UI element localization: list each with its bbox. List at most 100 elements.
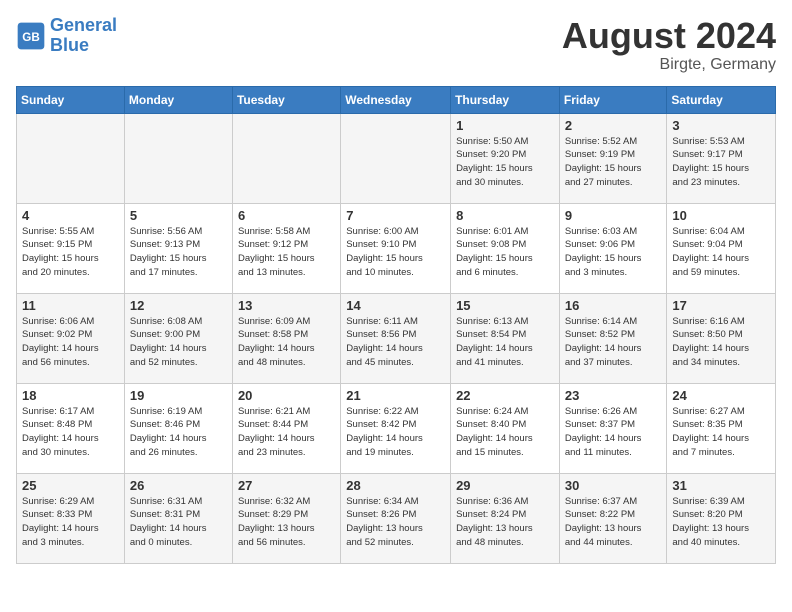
day-cell: 14 Sunrise: 6:11 AM Sunset: 8:56 PM Dayli… <box>341 293 451 383</box>
day-info: Sunrise: 6:03 AM Sunset: 9:06 PM Dayligh… <box>565 225 662 280</box>
day-info: Sunrise: 6:01 AM Sunset: 9:08 PM Dayligh… <box>456 225 554 280</box>
header-row: SundayMondayTuesdayWednesdayThursdayFrid… <box>17 86 776 113</box>
day-info: Sunrise: 6:04 AM Sunset: 9:04 PM Dayligh… <box>672 225 770 280</box>
week-row-4: 18 Sunrise: 6:17 AM Sunset: 8:48 PM Dayli… <box>17 383 776 473</box>
day-info: Sunrise: 6:11 AM Sunset: 8:56 PM Dayligh… <box>346 315 445 370</box>
day-number: 16 <box>565 298 662 313</box>
day-info: Sunrise: 6:36 AM Sunset: 8:24 PM Dayligh… <box>456 495 554 550</box>
day-number: 14 <box>346 298 445 313</box>
day-number: 2 <box>565 118 662 133</box>
day-info: Sunrise: 6:29 AM Sunset: 8:33 PM Dayligh… <box>22 495 119 550</box>
day-cell: 23Sunrise: 6:26 AM Sunset: 8:37 PM Dayli… <box>559 383 667 473</box>
day-number: 22 <box>456 388 554 403</box>
day-cell: 11 Sunrise: 6:06 AM Sunset: 9:02 PM Dayli… <box>17 293 125 383</box>
header-cell-monday: Monday <box>124 86 232 113</box>
day-info: Sunrise: 6:24 AM Sunset: 8:40 PM Dayligh… <box>456 405 554 460</box>
day-info: Sunrise: 6:16 AM Sunset: 8:50 PM Dayligh… <box>672 315 770 370</box>
day-info: Sunrise: 6:34 AM Sunset: 8:26 PM Dayligh… <box>346 495 445 550</box>
day-number: 7 <box>346 208 445 223</box>
day-info: Sunrise: 6:39 AM Sunset: 8:20 PM Dayligh… <box>672 495 770 550</box>
day-cell: 4 Sunrise: 5:55 AM Sunset: 9:15 PM Daylig… <box>17 203 125 293</box>
day-number: 19 <box>130 388 227 403</box>
logo-text: General Blue <box>50 16 117 56</box>
day-cell: 17 Sunrise: 6:16 AM Sunset: 8:50 PM Dayli… <box>667 293 776 383</box>
day-info: Sunrise: 5:50 AM Sunset: 9:20 PM Dayligh… <box>456 135 554 190</box>
day-cell <box>341 113 451 203</box>
day-info: Sunrise: 6:27 AM Sunset: 8:35 PM Dayligh… <box>672 405 770 460</box>
day-info: Sunrise: 6:09 AM Sunset: 8:58 PM Dayligh… <box>238 315 335 370</box>
day-cell: 24 Sunrise: 6:27 AM Sunset: 8:35 PM Dayli… <box>667 383 776 473</box>
day-number: 18 <box>22 388 119 403</box>
header-cell-friday: Friday <box>559 86 667 113</box>
month-year: August 2024 <box>562 16 776 56</box>
day-number: 4 <box>22 208 119 223</box>
day-number: 15 <box>456 298 554 313</box>
day-info: Sunrise: 6:14 AM Sunset: 8:52 PM Dayligh… <box>565 315 662 370</box>
day-number: 12 <box>130 298 227 313</box>
day-cell: 13Sunrise: 6:09 AM Sunset: 8:58 PM Dayli… <box>232 293 340 383</box>
day-info: Sunrise: 6:17 AM Sunset: 8:48 PM Dayligh… <box>22 405 119 460</box>
header-cell-sunday: Sunday <box>17 86 125 113</box>
page-header: GB General Blue August 2024 Birgte, Germ… <box>16 16 776 74</box>
header-cell-wednesday: Wednesday <box>341 86 451 113</box>
day-number: 10 <box>672 208 770 223</box>
day-info: Sunrise: 5:56 AM Sunset: 9:13 PM Dayligh… <box>130 225 227 280</box>
day-number: 11 <box>22 298 119 313</box>
week-row-3: 11 Sunrise: 6:06 AM Sunset: 9:02 PM Dayli… <box>17 293 776 383</box>
day-cell: 20 Sunrise: 6:21 AM Sunset: 8:44 PM Dayli… <box>232 383 340 473</box>
day-info: Sunrise: 6:19 AM Sunset: 8:46 PM Dayligh… <box>130 405 227 460</box>
day-info: Sunrise: 5:53 AM Sunset: 9:17 PM Dayligh… <box>672 135 770 190</box>
day-cell: 16 Sunrise: 6:14 AM Sunset: 8:52 PM Dayli… <box>559 293 667 383</box>
day-info: Sunrise: 6:06 AM Sunset: 9:02 PM Dayligh… <box>22 315 119 370</box>
day-number: 9 <box>565 208 662 223</box>
day-number: 8 <box>456 208 554 223</box>
day-number: 21 <box>346 388 445 403</box>
day-cell: 9 Sunrise: 6:03 AM Sunset: 9:06 PM Daylig… <box>559 203 667 293</box>
day-info: Sunrise: 6:21 AM Sunset: 8:44 PM Dayligh… <box>238 405 335 460</box>
day-cell: 6 Sunrise: 5:58 AM Sunset: 9:12 PM Daylig… <box>232 203 340 293</box>
day-cell: 28 Sunrise: 6:34 AM Sunset: 8:26 PM Dayli… <box>341 473 451 563</box>
day-cell: 10 Sunrise: 6:04 AM Sunset: 9:04 PM Dayli… <box>667 203 776 293</box>
header-cell-thursday: Thursday <box>451 86 560 113</box>
day-number: 20 <box>238 388 335 403</box>
day-info: Sunrise: 6:32 AM Sunset: 8:29 PM Dayligh… <box>238 495 335 550</box>
day-number: 24 <box>672 388 770 403</box>
calendar-table: SundayMondayTuesdayWednesdayThursdayFrid… <box>16 86 776 564</box>
day-cell: 7 Sunrise: 6:00 AM Sunset: 9:10 PM Daylig… <box>341 203 451 293</box>
day-cell: 26Sunrise: 6:31 AM Sunset: 8:31 PM Dayli… <box>124 473 232 563</box>
day-cell: 19 Sunrise: 6:19 AM Sunset: 8:46 PM Dayli… <box>124 383 232 473</box>
day-info: Sunrise: 6:08 AM Sunset: 9:00 PM Dayligh… <box>130 315 227 370</box>
day-number: 31 <box>672 478 770 493</box>
day-cell: 15 Sunrise: 6:13 AM Sunset: 8:54 PM Dayli… <box>451 293 560 383</box>
day-cell: 8 Sunrise: 6:01 AM Sunset: 9:08 PM Daylig… <box>451 203 560 293</box>
day-number: 29 <box>456 478 554 493</box>
day-number: 17 <box>672 298 770 313</box>
logo-icon: GB <box>16 21 46 51</box>
day-info: Sunrise: 6:37 AM Sunset: 8:22 PM Dayligh… <box>565 495 662 550</box>
day-number: 6 <box>238 208 335 223</box>
day-number: 28 <box>346 478 445 493</box>
day-cell: 12 Sunrise: 6:08 AM Sunset: 9:00 PM Dayli… <box>124 293 232 383</box>
day-cell <box>124 113 232 203</box>
week-row-2: 4 Sunrise: 5:55 AM Sunset: 9:15 PM Daylig… <box>17 203 776 293</box>
day-cell: 21Sunrise: 6:22 AM Sunset: 8:42 PM Dayli… <box>341 383 451 473</box>
header-cell-saturday: Saturday <box>667 86 776 113</box>
day-info: Sunrise: 6:31 AM Sunset: 8:31 PM Dayligh… <box>130 495 227 550</box>
day-number: 3 <box>672 118 770 133</box>
day-info: Sunrise: 5:58 AM Sunset: 9:12 PM Dayligh… <box>238 225 335 280</box>
svg-text:GB: GB <box>22 31 39 44</box>
header-cell-tuesday: Tuesday <box>232 86 340 113</box>
day-cell <box>232 113 340 203</box>
day-cell: 1Sunrise: 5:50 AM Sunset: 9:20 PM Daylig… <box>451 113 560 203</box>
day-cell: 27Sunrise: 6:32 AM Sunset: 8:29 PM Dayli… <box>232 473 340 563</box>
day-cell: 22 Sunrise: 6:24 AM Sunset: 8:40 PM Dayli… <box>451 383 560 473</box>
week-row-1: 1Sunrise: 5:50 AM Sunset: 9:20 PM Daylig… <box>17 113 776 203</box>
day-cell: 18 Sunrise: 6:17 AM Sunset: 8:48 PM Dayli… <box>17 383 125 473</box>
day-info: Sunrise: 5:55 AM Sunset: 9:15 PM Dayligh… <box>22 225 119 280</box>
day-info: Sunrise: 6:13 AM Sunset: 8:54 PM Dayligh… <box>456 315 554 370</box>
day-cell: 31 Sunrise: 6:39 AM Sunset: 8:20 PM Dayli… <box>667 473 776 563</box>
day-info: Sunrise: 6:00 AM Sunset: 9:10 PM Dayligh… <box>346 225 445 280</box>
day-cell: 25Sunrise: 6:29 AM Sunset: 8:33 PM Dayli… <box>17 473 125 563</box>
day-number: 30 <box>565 478 662 493</box>
day-number: 5 <box>130 208 227 223</box>
